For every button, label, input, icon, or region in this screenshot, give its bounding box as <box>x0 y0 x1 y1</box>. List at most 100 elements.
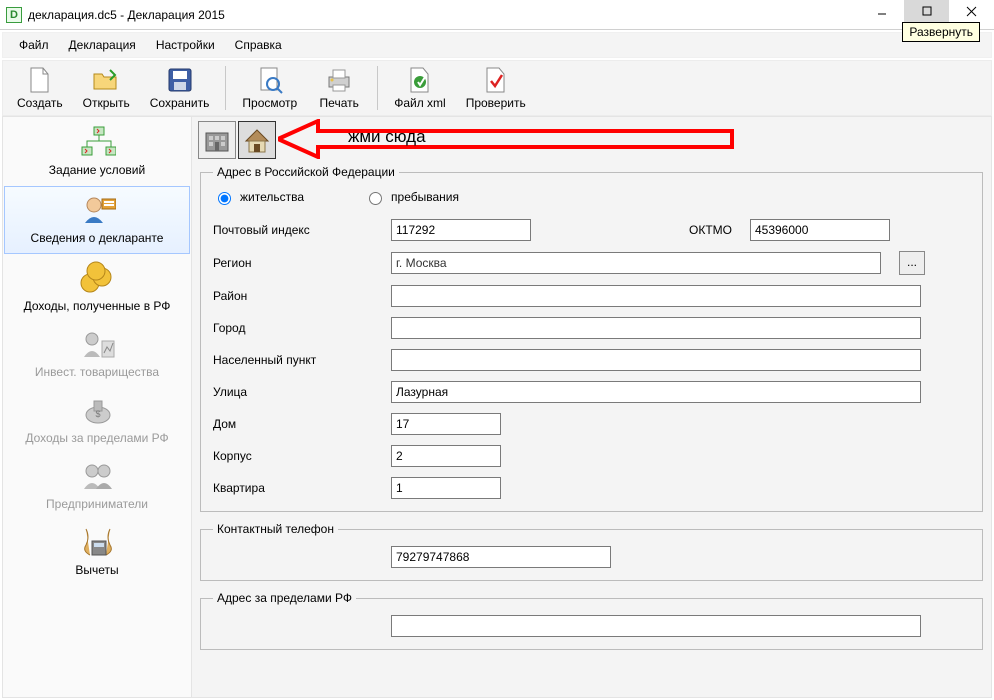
flat-label: Квартира <box>213 481 383 495</box>
menubar: Файл Декларация Настройки Справка <box>2 32 992 58</box>
sidebar-deductions-label: Вычеты <box>75 563 118 577</box>
minimize-button[interactable] <box>859 0 904 22</box>
sidebar-income-rf-label: Доходы, полученные в РФ <box>24 299 171 313</box>
postal-input[interactable] <box>391 219 531 241</box>
oktmo-input[interactable] <box>750 219 890 241</box>
tab-address[interactable] <box>238 121 276 159</box>
house-label: Дом <box>213 417 383 431</box>
region-display <box>391 252 881 274</box>
toolbar-check[interactable]: Проверить <box>458 63 534 113</box>
sidebar-item-invest: Инвест. товарищества <box>3 321 191 387</box>
street-label: Улица <box>213 385 383 399</box>
group-foreign-address: Адрес за пределами РФ <box>200 591 983 650</box>
tab-personal-info[interactable] <box>198 121 236 159</box>
radio-residence-label: жительства <box>240 190 304 204</box>
house-icon <box>242 125 272 155</box>
toolbar-open[interactable]: Открыть <box>75 63 138 113</box>
toolbar-create[interactable]: Создать <box>9 63 71 113</box>
district-label: Район <box>213 289 383 303</box>
print-icon <box>325 66 353 94</box>
toolbar-separator <box>225 66 226 110</box>
toolbar-preview-label: Просмотр <box>242 96 297 110</box>
radio-stay-input[interactable] <box>369 192 382 205</box>
annotation-arrow <box>278 119 738 159</box>
toolbar-open-label: Открыть <box>83 96 130 110</box>
maximize-tooltip: Развернуть <box>902 22 980 42</box>
menu-declaration[interactable]: Декларация <box>61 35 144 55</box>
sidebar-item-deductions[interactable]: Вычеты <box>3 519 191 585</box>
city-input[interactable] <box>391 317 921 339</box>
toolbar-save[interactable]: Сохранить <box>142 63 218 113</box>
district-input[interactable] <box>391 285 921 307</box>
building-icon <box>202 125 232 155</box>
radio-residence[interactable]: жительства <box>213 189 304 205</box>
sidebar-foreign-income-label: Доходы за пределами РФ <box>25 431 168 445</box>
phone-input[interactable] <box>391 546 611 568</box>
foreign-income-icon: $ <box>78 393 116 427</box>
declarant-icon <box>78 193 116 227</box>
sidebar-item-declarant[interactable]: Сведения о декларанте <box>4 186 190 254</box>
svg-text:$: $ <box>95 409 100 419</box>
sidebar-entrepreneurs-label: Предприниматели <box>46 497 148 511</box>
group-address-rf-title: Адрес в Российской Федерации <box>213 165 399 179</box>
house-input[interactable] <box>391 413 501 435</box>
settlement-input[interactable] <box>391 349 921 371</box>
save-icon <box>166 66 194 94</box>
new-file-icon <box>26 66 54 94</box>
settlement-label: Населенный пункт <box>213 353 383 367</box>
toolbar-separator <box>377 66 378 110</box>
group-phone-title: Контактный телефон <box>213 522 338 536</box>
open-folder-icon <box>92 66 120 94</box>
sidebar-item-conditions[interactable]: Задание условий <box>3 119 191 185</box>
building-label: Корпус <box>213 449 383 463</box>
postal-label: Почтовый индекс <box>213 223 383 237</box>
group-phone: Контактный телефон <box>200 522 983 581</box>
content-area: жми сюда Адрес в Российской Федерации жи… <box>192 116 992 698</box>
menu-help[interactable]: Справка <box>227 35 290 55</box>
sidebar-item-entrepreneurs: Предприниматели <box>3 453 191 519</box>
deductions-icon <box>78 525 116 559</box>
annotation-text: жми сюда <box>348 127 426 147</box>
flat-input[interactable] <box>391 477 501 499</box>
sidebar-conditions-label: Задание условий <box>49 163 145 177</box>
toolbar-save-label: Сохранить <box>150 96 210 110</box>
toolbar-file-xml-label: Файл xml <box>394 96 446 110</box>
region-pick-button[interactable]: ... <box>899 251 925 275</box>
group-address-rf: Адрес в Российской Федерации жительства … <box>200 165 983 512</box>
check-icon <box>482 66 510 94</box>
titlebar: D декларация.dc5 - Декларация 2015 Разве… <box>0 0 994 30</box>
toolbar-check-label: Проверить <box>466 96 526 110</box>
sidebar: Задание условий Сведения о декларанте До… <box>2 116 192 698</box>
toolbar-print[interactable]: Печать <box>309 63 369 113</box>
menu-file[interactable]: Файл <box>11 35 57 55</box>
toolbar: Создать Открыть Сохранить Просмотр Печат… <box>2 60 992 116</box>
close-button[interactable] <box>949 0 994 22</box>
maximize-button[interactable] <box>904 0 949 22</box>
sidebar-item-income-rf[interactable]: Доходы, полученные в РФ <box>3 255 191 321</box>
foreign-address-input <box>391 615 921 637</box>
oktmo-label: ОКТМО <box>689 223 732 237</box>
toolbar-file-xml[interactable]: Файл xml <box>386 63 454 113</box>
menu-settings[interactable]: Настройки <box>148 35 223 55</box>
app-icon: D <box>6 7 22 23</box>
conditions-icon <box>78 125 116 159</box>
radio-stay[interactable]: пребывания <box>364 189 459 205</box>
street-input[interactable] <box>391 381 921 403</box>
sidebar-invest-label: Инвест. товарищества <box>35 365 159 379</box>
radio-residence-input[interactable] <box>218 192 231 205</box>
xml-file-icon <box>406 66 434 94</box>
group-foreign-title: Адрес за пределами РФ <box>213 591 356 605</box>
toolbar-preview[interactable]: Просмотр <box>234 63 305 113</box>
building-input[interactable] <box>391 445 501 467</box>
region-label: Регион <box>213 256 383 270</box>
income-rf-icon <box>78 261 116 295</box>
radio-stay-label: пребывания <box>391 190 459 204</box>
entrepreneurs-icon <box>78 459 116 493</box>
toolbar-print-label: Печать <box>320 96 359 110</box>
sidebar-item-foreign-income: $ Доходы за пределами РФ <box>3 387 191 453</box>
sidebar-declarant-label: Сведения о декларанте <box>31 231 164 245</box>
invest-icon <box>78 327 116 361</box>
preview-icon <box>256 66 284 94</box>
city-label: Город <box>213 321 383 335</box>
toolbar-create-label: Создать <box>17 96 63 110</box>
